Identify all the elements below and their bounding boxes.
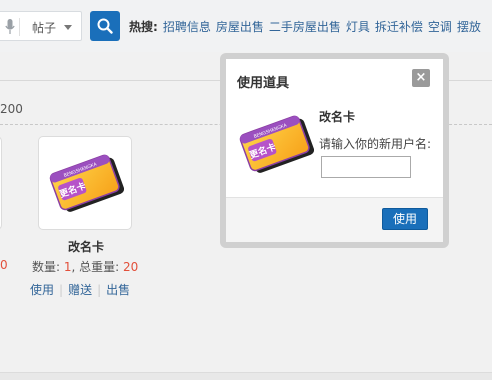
prev-item-frame[interactable] bbox=[0, 136, 2, 230]
use-button[interactable]: 使用 bbox=[382, 208, 428, 230]
hot-link[interactable]: 房屋出售 bbox=[216, 20, 264, 34]
weight-label: , 总重量: bbox=[71, 260, 123, 274]
dialog-title: 使用道具 bbox=[237, 76, 290, 91]
item-quantity-line: 数量: 1, 总重量: 20 bbox=[32, 258, 138, 275]
search-button[interactable] bbox=[90, 11, 120, 41]
hot-link[interactable]: 招聘信息 bbox=[163, 20, 211, 34]
hot-search-label: 热搜: bbox=[129, 20, 158, 34]
footer-strip bbox=[0, 372, 492, 380]
gift-link[interactable]: 赠送 bbox=[68, 283, 92, 297]
rename-card-image: BENGSHENGKA 更名卡 bbox=[238, 113, 315, 178]
search-divider bbox=[19, 18, 20, 36]
weight-value: 20 bbox=[123, 260, 139, 274]
dialog-footer: 使用 bbox=[226, 197, 443, 242]
quantity-value: 1 bbox=[63, 260, 72, 274]
new-username-input[interactable] bbox=[321, 156, 411, 178]
hot-link[interactable]: 灯具 bbox=[346, 20, 370, 34]
hot-link[interactable]: 空调 bbox=[428, 20, 452, 34]
new-username-label: 请输入你的新用户名: bbox=[319, 137, 432, 151]
action-separator: | bbox=[59, 283, 64, 297]
prev-item-weight-fragment: 0 bbox=[0, 258, 8, 272]
hot-link[interactable]: 摆放 bbox=[457, 20, 481, 34]
search-input[interactable]: 帖子 bbox=[0, 11, 82, 41]
sell-link[interactable]: 出售 bbox=[106, 283, 130, 297]
hot-link[interactable]: 拆迁补偿 bbox=[375, 20, 423, 34]
use-link[interactable]: 使用 bbox=[30, 283, 54, 297]
item-name: 改名卡 bbox=[67, 240, 104, 254]
rename-card-image: BENGSHENGKA 更名卡 bbox=[48, 152, 125, 217]
hot-link[interactable]: 二手房屋出售 bbox=[269, 20, 341, 34]
item-card-frame[interactable]: BENGSHENGKA 更名卡 bbox=[38, 136, 132, 230]
action-separator: | bbox=[97, 283, 102, 297]
dialog-item-name: 改名卡 bbox=[319, 110, 356, 124]
search-type-select[interactable]: 帖子 bbox=[32, 19, 56, 36]
item-actions: 使用 | 赠送 | 出售 bbox=[30, 281, 130, 298]
top-search-bar: 帖子 热搜: 招聘信息 房屋出售 二手房屋出售 灯具 拆迁补偿 空调 摆放 bbox=[0, 0, 492, 52]
microphone-icon[interactable] bbox=[5, 19, 15, 35]
quantity-label: 数量: bbox=[32, 260, 64, 274]
search-icon bbox=[97, 18, 113, 34]
item-count-fragment: 200 bbox=[0, 102, 23, 116]
dialog-body: 使用道具 × BENGSHENGKA 更名卡 改名卡 请输入你的新用户名: 使用 bbox=[226, 59, 443, 242]
hot-search-list: 热搜: 招聘信息 房屋出售 二手房屋出售 灯具 拆迁补偿 空调 摆放 bbox=[129, 18, 481, 35]
use-item-dialog: 使用道具 × BENGSHENGKA 更名卡 改名卡 请输入你的新用户名: 使用 bbox=[220, 53, 449, 248]
close-icon[interactable]: × bbox=[412, 69, 430, 87]
chevron-down-icon[interactable] bbox=[64, 25, 72, 30]
